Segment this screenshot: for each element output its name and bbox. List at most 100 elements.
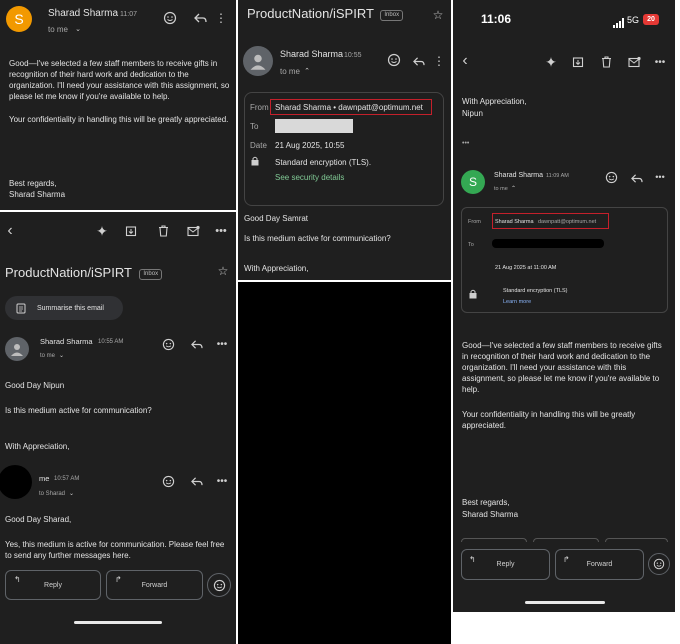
expand-quoted-dots[interactable]: •••	[462, 138, 469, 149]
subject-line: ProductNation/iSPIRT Inbox	[5, 264, 163, 282]
emoji-react-button[interactable]	[207, 573, 231, 597]
star-icon[interactable]: ☆	[216, 264, 230, 278]
mark-unread-icon[interactable]	[186, 224, 200, 238]
chevron-down-icon[interactable]: ⌄	[74, 24, 82, 34]
more-options-icon[interactable]: •••	[214, 224, 228, 238]
chevron-down-icon[interactable]: ⌄	[68, 489, 75, 497]
delete-icon[interactable]	[156, 224, 170, 238]
home-indicator	[74, 621, 162, 624]
archive-icon[interactable]	[124, 224, 138, 238]
lock-icon	[468, 288, 478, 300]
email-body-paragraph: Your confidentiality in handling this wi…	[462, 410, 636, 430]
sent-time: 10:55 AM	[98, 339, 124, 345]
sent-time: 10:55	[344, 52, 362, 59]
avatar-letter: S	[14, 11, 24, 27]
recipient-line[interactable]: to me	[40, 351, 55, 362]
gemini-sparkle-icon[interactable]: ✦	[543, 53, 559, 71]
email-body-paragraph: Good—I've selected a few staff members t…	[9, 59, 230, 101]
forward-button[interactable]: ↱ Forward	[555, 549, 644, 580]
sender-avatar[interactable]: S	[6, 6, 32, 32]
sender-name[interactable]: me	[39, 473, 49, 484]
forward-icon: ↱	[563, 555, 570, 564]
collapsed-card-edge	[461, 538, 527, 542]
email-regards: Best regards,	[462, 498, 510, 507]
sender-name[interactable]: Sharad Sharma	[494, 170, 543, 181]
email-signature: Sharad Sharma	[462, 510, 519, 519]
to-label: To	[468, 242, 474, 248]
gemini-sparkle-icon[interactable]: ✦	[94, 222, 110, 240]
collapsed-card-edge	[533, 538, 599, 542]
back-arrow-icon[interactable]: ‹	[3, 222, 17, 240]
blank-black-area	[238, 282, 451, 644]
left-top-email-panel: S Sharad Sharma 11:07 to me ⌄ ⋮ Good—I'v…	[0, 0, 236, 210]
date-label: Date	[250, 141, 267, 150]
sender-name[interactable]: Sharad Sharma	[40, 336, 93, 347]
from-label: From	[250, 103, 269, 112]
sender-avatar[interactable]: S	[461, 170, 485, 194]
message-line: Is this medium active for communication?	[244, 234, 391, 243]
chevron-down-icon[interactable]: ⌄	[58, 351, 65, 359]
forward-label: Forward	[141, 581, 168, 589]
summarise-button[interactable]: Summarise this email	[5, 296, 123, 320]
right-phone-email-panel: 11:06 5G 20 ‹ ✦ ••• With Appreciation, N…	[453, 0, 675, 612]
emoji-react-icon[interactable]	[160, 473, 176, 489]
sender-avatar[interactable]	[5, 337, 29, 361]
battery-badge: 20	[643, 14, 659, 25]
sent-time: 11:07	[120, 11, 137, 18]
more-options-icon[interactable]: ⋮	[215, 10, 227, 26]
reply-icon[interactable]	[192, 10, 208, 26]
more-options-icon[interactable]: •••	[653, 55, 667, 69]
star-icon[interactable]: ☆	[431, 8, 445, 22]
more-options-icon[interactable]: •••	[214, 336, 230, 352]
quoted-name: Nipun	[462, 109, 483, 118]
redacted-recipient	[275, 119, 353, 133]
reply-button[interactable]: ↰ Reply	[461, 549, 550, 580]
sender-name[interactable]: Sharad Sharma	[280, 49, 343, 60]
recipient-line[interactable]: to me	[494, 184, 508, 195]
reply-icon[interactable]	[628, 170, 644, 186]
message-line: Is this medium active for communication?	[5, 406, 152, 415]
learn-more-link[interactable]: Learn more	[503, 297, 531, 308]
emoji-react-icon[interactable]	[160, 336, 176, 352]
reply-button[interactable]: ↰ Reply	[5, 570, 101, 600]
reply-icon[interactable]	[188, 336, 204, 352]
chevron-up-icon[interactable]: ⌃	[510, 184, 517, 192]
sender-name[interactable]: Sharad Sharma	[48, 8, 118, 19]
reply-icon[interactable]	[188, 473, 204, 489]
details-card: From Sharad Sharma • dawnpatt@optimum.ne…	[244, 92, 444, 206]
emoji-react-icon[interactable]	[386, 52, 402, 68]
more-options-icon[interactable]: ⋮	[433, 53, 445, 69]
message-line: Yes, this medium is active for communica…	[5, 540, 225, 560]
back-arrow-icon[interactable]: ‹	[458, 52, 472, 70]
email-body-paragraph: Your confidentiality in handling this wi…	[9, 115, 229, 124]
recipient-line[interactable]: to me	[280, 66, 300, 77]
security-details-link[interactable]: See security details	[275, 172, 344, 183]
forward-button[interactable]: ↱ Forward	[106, 570, 203, 600]
archive-icon[interactable]	[571, 55, 585, 69]
recipient-line[interactable]: to me	[48, 24, 68, 35]
emoji-icon	[213, 579, 225, 591]
signal-icon	[613, 15, 625, 33]
delete-icon[interactable]	[599, 55, 613, 69]
inbox-label-badge[interactable]: Inbox	[139, 269, 163, 280]
email-subject: ProductNation/iSPIRT	[5, 265, 132, 280]
sender-avatar[interactable]	[243, 46, 273, 76]
inbox-label-badge[interactable]: Inbox	[380, 10, 404, 21]
mark-unread-icon[interactable]	[627, 55, 641, 69]
chevron-up-icon[interactable]: ⌃	[303, 66, 311, 76]
emoji-react-icon[interactable]	[162, 10, 178, 26]
emoji-react-button[interactable]	[648, 553, 670, 575]
message-greeting: Good Day Nipun	[5, 381, 65, 390]
more-options-icon[interactable]: •••	[214, 473, 230, 489]
redacted-avatar[interactable]	[0, 465, 32, 499]
emoji-react-icon[interactable]	[603, 169, 619, 185]
message-closing: With Appreciation,	[5, 442, 70, 451]
reply-label: Reply	[496, 561, 515, 568]
more-options-icon[interactable]: •••	[653, 170, 667, 184]
recipient-line[interactable]: to Sharad	[39, 489, 65, 500]
person-icon	[250, 54, 266, 70]
reply-label: Reply	[44, 581, 62, 589]
reply-icon: ↰	[469, 555, 476, 564]
reply-icon[interactable]	[410, 53, 426, 69]
summarise-label: Summarise this email	[37, 304, 104, 312]
